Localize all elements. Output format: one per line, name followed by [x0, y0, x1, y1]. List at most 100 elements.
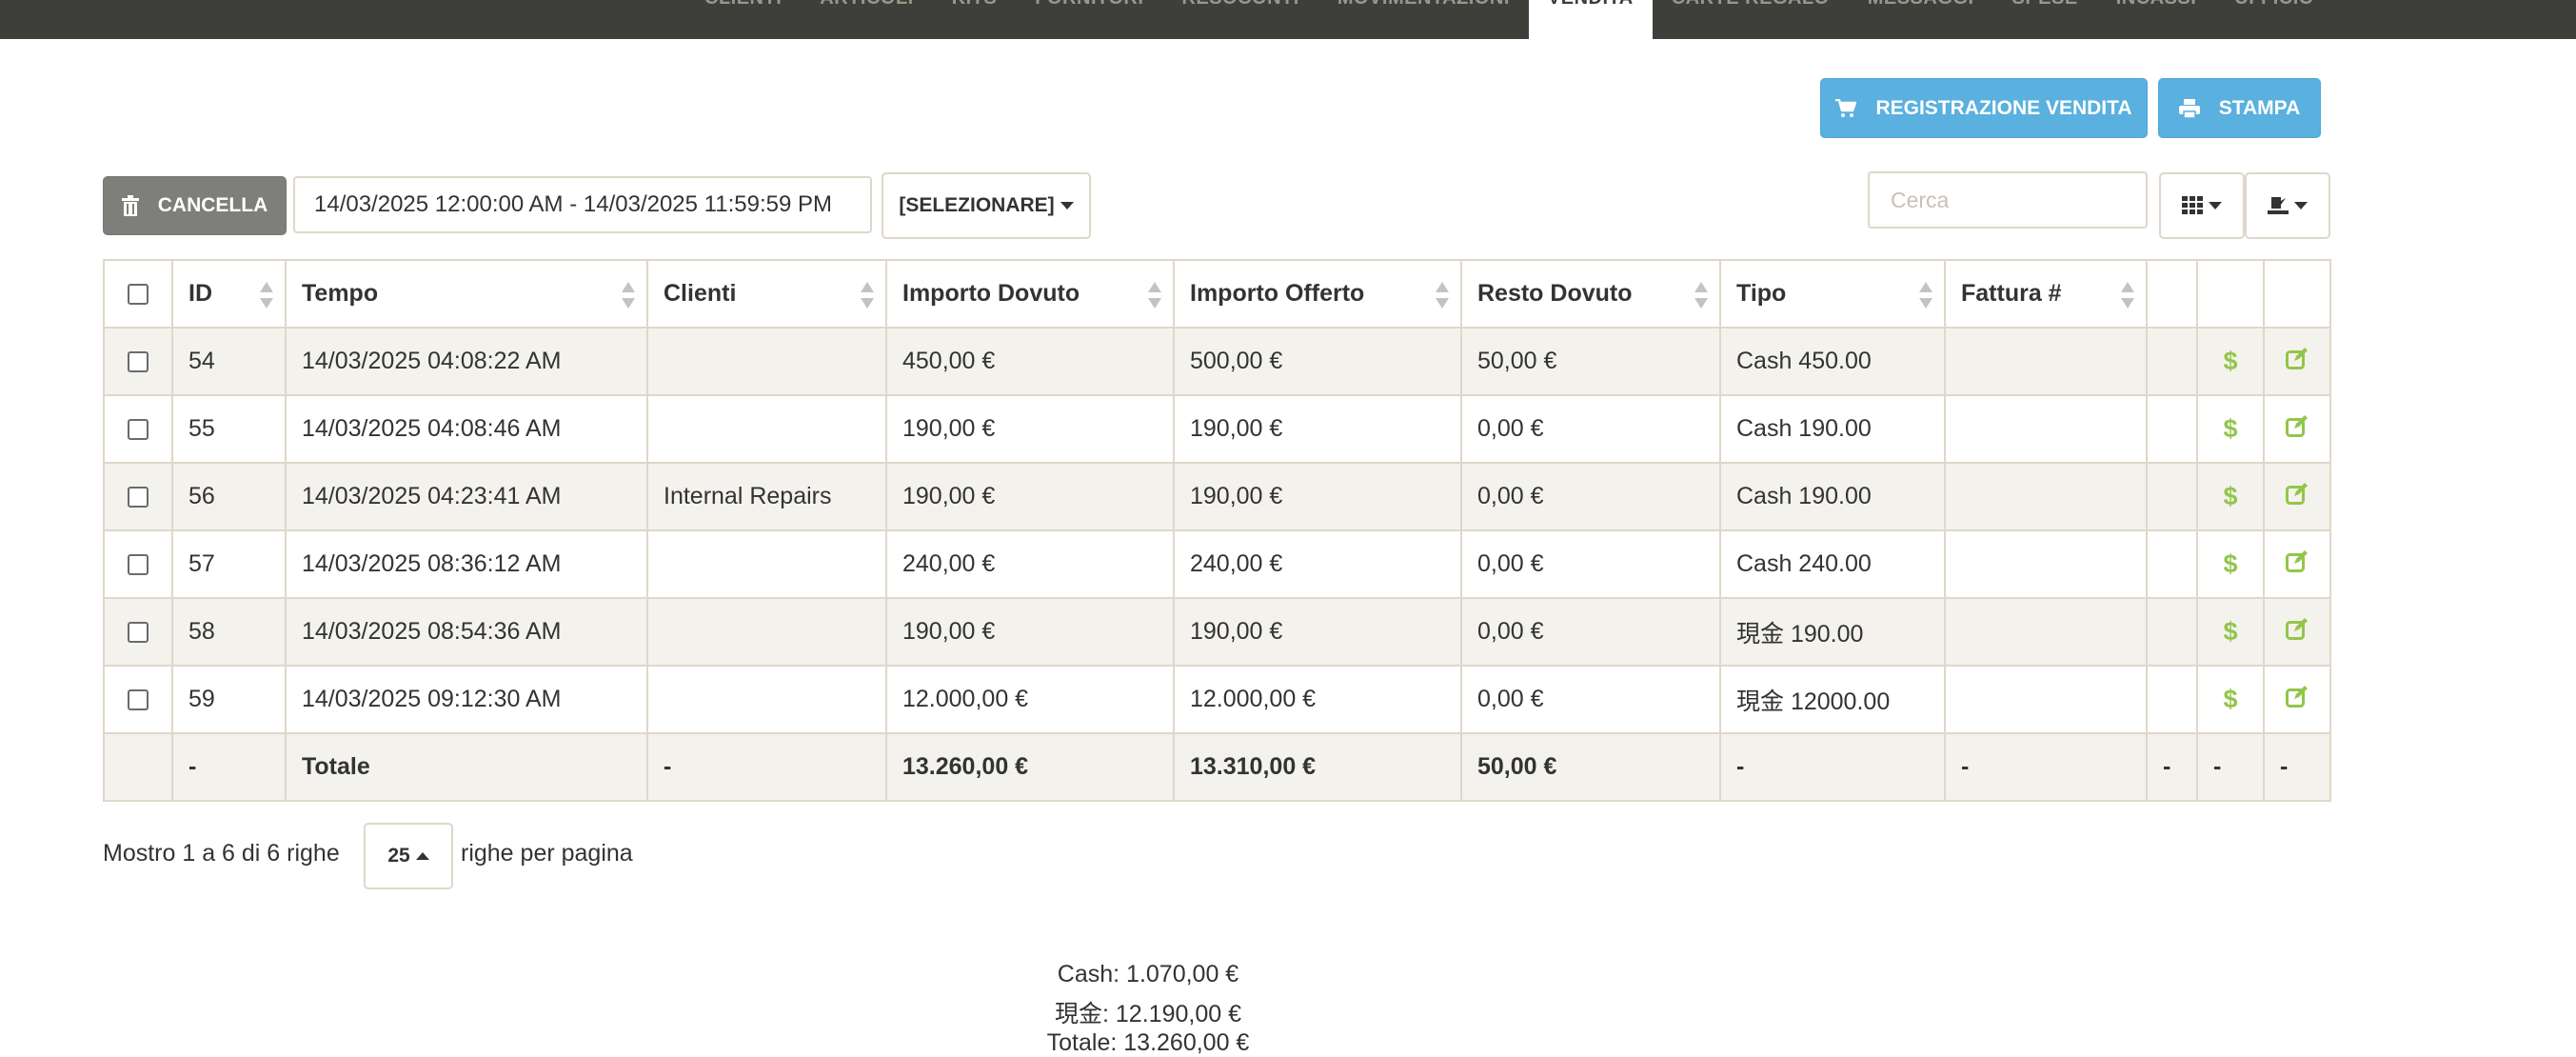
nav-item-fornitori[interactable]: FORNITORI [1016, 0, 1162, 28]
total-type: - [1719, 732, 1946, 802]
row-checkbox[interactable] [128, 419, 149, 441]
caret-down-icon [1060, 202, 1074, 209]
nav-item-spese[interactable]: SPESE [1993, 0, 2097, 28]
sort-icon [1919, 282, 1932, 309]
pay-action-cell: $ [2196, 394, 2265, 464]
nav-item-messaggi[interactable]: MESSAGGI [1849, 0, 1993, 28]
edit-icon[interactable] [2286, 414, 2308, 437]
cell-time: 14/03/2025 08:54:36 AM [285, 597, 648, 667]
top-navbar: CLIENTIARTICOLIKITSFORNITORIRESOCONTIMOV… [0, 0, 2576, 39]
register-sale-label: REGISTRAZIONE VENDITA [1875, 96, 2132, 119]
page-size-dropdown[interactable]: 25 [364, 823, 453, 889]
delete-label: CANCELLA [157, 194, 268, 216]
print-button[interactable]: STAMPA [2158, 78, 2321, 138]
nav-item-vendita[interactable]: VENDITA [1528, 0, 1653, 39]
column-header-resto-dovuto[interactable]: Resto Dovuto [1460, 259, 1721, 329]
table-row: 54 14/03/2025 04:08:22 AM 450,00 €500,00 €… [103, 327, 2331, 396]
pagination-info: Mostro 1 a 6 di 6 righe [103, 840, 340, 867]
nav-item-movimentazioni[interactable]: MOVIMENTAZIONI [1318, 0, 1529, 28]
column-header-importo-dovuto[interactable]: Importo Dovuto [885, 259, 1175, 329]
dollar-icon[interactable]: $ [2223, 549, 2237, 578]
delete-button[interactable]: CANCELLA [103, 176, 287, 235]
print-label: STAMPA [2218, 96, 2301, 119]
cell-blank [2146, 462, 2198, 531]
nav-item-articoli[interactable]: ARTICOLI [801, 0, 932, 28]
nav-item-incassi[interactable]: INCASSI [2097, 0, 2216, 28]
select-all-checkbox[interactable] [128, 284, 149, 306]
summary-xianjin: 現金: 12.190,00 € [1055, 1001, 1241, 1027]
cell-blank [2146, 394, 2198, 464]
column-header-clienti[interactable]: Clienti [646, 259, 887, 329]
row-checkbox[interactable] [128, 689, 149, 711]
sort-icon [260, 282, 273, 309]
column-header-importo-offerto[interactable]: Importo Offerto [1173, 259, 1462, 329]
cell-offered: 240,00 € [1173, 529, 1462, 599]
cell-offered: 190,00 € [1173, 394, 1462, 464]
grid-icon [2182, 196, 2203, 215]
cell-due: 12.000,00 € [885, 665, 1175, 734]
row-checkbox-cell [103, 394, 173, 464]
cell-change: 0,00 € [1460, 597, 1721, 667]
cell-id: 55 [171, 394, 287, 464]
row-checkbox[interactable] [128, 622, 149, 644]
edit-icon[interactable] [2286, 549, 2308, 572]
cell-offered: 12.000,00 € [1173, 665, 1462, 734]
table-row: 59 14/03/2025 09:12:30 AM 12.000,00 €12.00… [103, 665, 2331, 734]
row-checkbox[interactable] [128, 487, 149, 509]
row-checkbox-cell [103, 462, 173, 531]
cell-id: 56 [171, 462, 287, 531]
nav-item-carte-regalo[interactable]: CARTE REGALO [1653, 0, 1849, 28]
dollar-icon[interactable]: $ [2223, 414, 2237, 443]
dollar-icon[interactable]: $ [2223, 617, 2237, 646]
edit-icon[interactable] [2286, 685, 2308, 708]
sort-icon [1148, 282, 1161, 309]
edit-action-cell [2263, 529, 2331, 599]
row-checkbox[interactable] [128, 351, 149, 373]
pay-action-cell: $ [2196, 462, 2265, 531]
cell-client [646, 597, 887, 667]
search-input[interactable] [1868, 171, 2148, 229]
totals-row: - Totale -13.260,00 €13.310,00 €50,00 € - - -… [103, 732, 2331, 802]
sort-icon [622, 282, 635, 309]
edit-action-cell [2263, 327, 2331, 396]
cell-due: 190,00 € [885, 462, 1175, 531]
pay-action-cell: $ [2196, 597, 2265, 667]
row-checkbox[interactable] [128, 554, 149, 576]
nav-item-clienti[interactable]: CLIENTI [685, 0, 801, 28]
cell-time: 14/03/2025 04:08:22 AM [285, 327, 648, 396]
nav-item-resoconti[interactable]: RESOCONTI [1162, 0, 1318, 28]
cell-client: Internal Repairs [646, 462, 887, 531]
select-dropdown-button[interactable]: [SELEZIONARE] [882, 172, 1091, 239]
edit-icon[interactable] [2286, 347, 2308, 369]
total-change: 50,00 € [1460, 732, 1721, 802]
per-page-label: righe per pagina [461, 840, 633, 867]
column-header-tipo[interactable]: Tipo [1719, 259, 1946, 329]
total-extra3: - [2263, 732, 2331, 802]
dollar-icon[interactable]: $ [2223, 347, 2237, 375]
total-id: - [171, 732, 287, 802]
totals-cb-cell [103, 732, 173, 802]
cell-type: 現金 12000.00 [1719, 665, 1946, 734]
column-header-id[interactable]: ID [171, 259, 287, 329]
column-header-tempo[interactable]: Tempo [285, 259, 648, 329]
edit-icon[interactable] [2286, 617, 2308, 640]
total-offered: 13.310,00 € [1173, 732, 1462, 802]
nav-item-ufficio[interactable]: UFFICIO [2215, 0, 2333, 28]
edit-action-cell [2263, 597, 2331, 667]
cell-change: 0,00 € [1460, 665, 1721, 734]
column-header-fattura[interactable]: Fattura # [1944, 259, 2148, 329]
columns-toggle-button[interactable] [2159, 172, 2245, 239]
nav-item-kits[interactable]: KITS [933, 0, 1017, 28]
caret-up-icon [415, 852, 429, 860]
main-nav: CLIENTIARTICOLIKITSFORNITORIRESOCONTIMOV… [685, 0, 2333, 39]
summary-cash: Cash: 1.070,00 € [1057, 961, 1239, 987]
date-range-input[interactable]: 14/03/2025 12:00:00 AM - 14/03/2025 11:5… [293, 176, 872, 233]
edit-icon[interactable] [2286, 482, 2308, 505]
register-sale-button[interactable]: REGISTRAZIONE VENDITA [1820, 78, 2148, 138]
sales-table: ID Tempo Clienti Importo Dovuto Importo … [103, 259, 2331, 802]
total-client: - [646, 732, 887, 802]
column-header-blank [2146, 259, 2198, 329]
dollar-icon[interactable]: $ [2223, 685, 2237, 713]
dollar-icon[interactable]: $ [2223, 482, 2237, 510]
export-button[interactable] [2245, 172, 2330, 239]
